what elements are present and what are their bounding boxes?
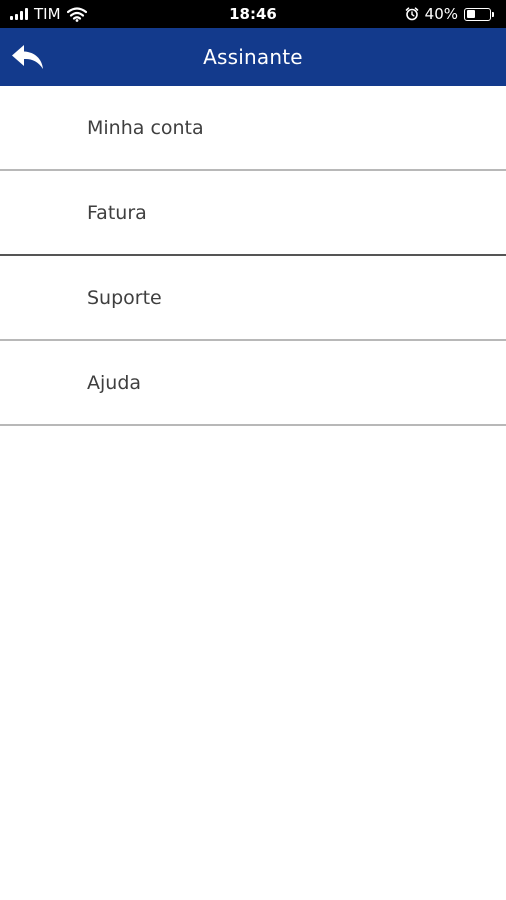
- menu-item-label: Ajuda: [87, 371, 142, 394]
- back-button[interactable]: [8, 37, 48, 77]
- menu-item-minha-conta[interactable]: Minha conta: [0, 86, 506, 171]
- signal-icon: [10, 8, 28, 20]
- menu-item-label: Fatura: [87, 201, 147, 224]
- page-title: Assinante: [203, 45, 303, 69]
- alarm-icon: [405, 7, 419, 21]
- battery-percent: 40%: [424, 5, 458, 23]
- menu-item-label: Minha conta: [87, 116, 204, 139]
- menu-item-suporte[interactable]: Suporte: [0, 256, 506, 341]
- status-right: 40%: [405, 5, 494, 23]
- status-left: TIM: [10, 5, 87, 23]
- battery-icon: [464, 7, 494, 21]
- carrier-label: TIM: [34, 5, 61, 23]
- status-bar: TIM 18:46 40%: [0, 0, 506, 28]
- wifi-icon: [66, 6, 87, 22]
- menu-item-fatura[interactable]: Fatura: [0, 171, 506, 256]
- app-header: Assinante: [0, 28, 506, 86]
- menu-item-label: Suporte: [87, 286, 162, 309]
- menu-item-ajuda[interactable]: Ajuda: [0, 341, 506, 426]
- menu-list: Minha conta Fatura Suporte Ajuda: [0, 86, 506, 426]
- back-arrow-icon: [11, 44, 45, 70]
